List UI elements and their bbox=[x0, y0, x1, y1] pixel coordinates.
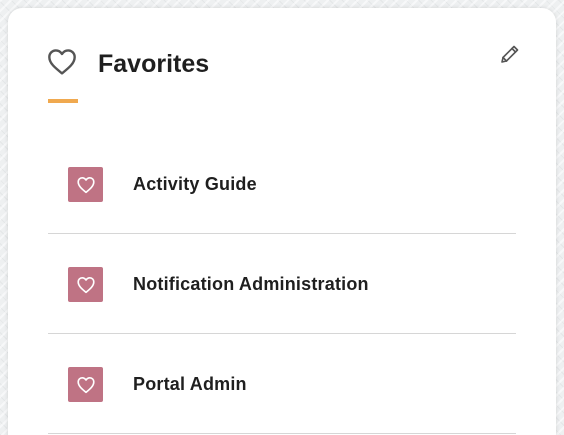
favorite-label: Portal Admin bbox=[133, 374, 247, 394]
favorite-label: Notification Administration bbox=[133, 274, 369, 294]
page-title: Favorites bbox=[98, 50, 210, 78]
favorite-item-activity-guide[interactable]: Activity Guide bbox=[48, 134, 516, 234]
favorite-label: Activity Guide bbox=[133, 174, 257, 194]
heart-outline-icon bbox=[46, 46, 78, 78]
favorites-list: Activity Guide Notification Administrati… bbox=[48, 134, 516, 434]
edit-button[interactable] bbox=[496, 42, 524, 70]
heart-icon bbox=[68, 367, 103, 402]
card-header: Favorites bbox=[8, 8, 556, 108]
heart-icon bbox=[68, 167, 103, 202]
title-accent-bar bbox=[48, 99, 78, 103]
pencil-icon bbox=[498, 42, 522, 71]
favorite-item-notification-administration[interactable]: Notification Administration bbox=[48, 234, 516, 334]
favorites-card: Favorites Activity Guide Notification Ad… bbox=[8, 8, 556, 435]
favorite-item-portal-admin[interactable]: Portal Admin bbox=[48, 334, 516, 434]
heart-icon bbox=[68, 267, 103, 302]
